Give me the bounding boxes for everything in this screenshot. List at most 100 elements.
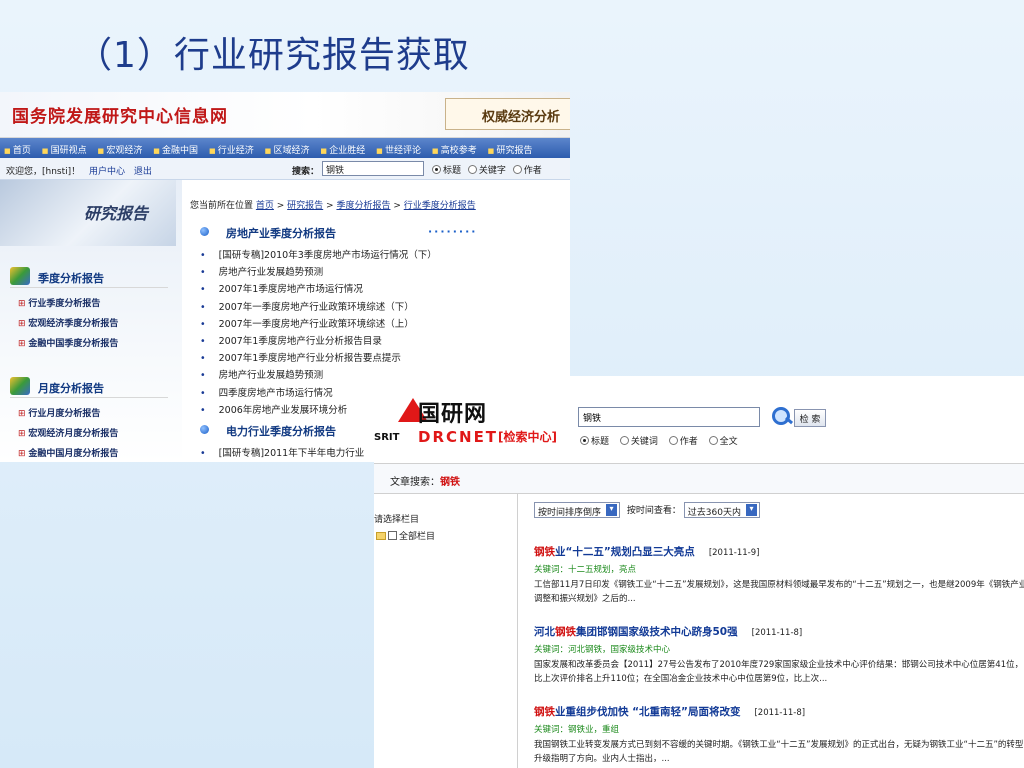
nav-item[interactable]: 世经评论 xyxy=(376,146,421,156)
sidebar: 研究报告 季度分析报告 行业季度分析报告 宏观经济季度分析报告 金融中国季度分析… xyxy=(0,180,182,462)
nav-item[interactable]: 首页 xyxy=(4,146,31,156)
search-scope-radios: 标题 关键字 作者 xyxy=(432,163,546,176)
category-real-estate[interactable]: 房地产业季度分析报告 ········ xyxy=(190,225,570,241)
all-columns-item[interactable]: 全部栏目 xyxy=(376,529,517,542)
nav-item[interactable]: 研究报告 xyxy=(488,146,533,156)
search-icon[interactable] xyxy=(770,405,794,427)
logo-en: DRCNET xyxy=(418,428,499,446)
authority-banner[interactable]: 权威经济分析 xyxy=(445,98,570,130)
breadcrumb: 您当前所在位置 首页 > 研究报告 > 季度分析报告 > 行业季度分析报告 xyxy=(190,201,476,211)
search-label: 搜索： xyxy=(292,167,320,177)
crumb-reports[interactable]: 研究报告 xyxy=(287,201,323,211)
radio-keyword[interactable]: 关键词 xyxy=(619,434,658,447)
radio-fulltext[interactable]: 全文 xyxy=(708,434,738,447)
result-title[interactable]: 钢铁业“十二五”规划凸显三大亮点 [2011-11-9] xyxy=(534,544,1024,559)
welcome-text: 欢迎您，[hnsti]！ xyxy=(6,167,81,177)
search-term: 钢铁 xyxy=(440,477,460,488)
sidebar-item[interactable]: 行业季度分析报告 xyxy=(18,296,182,316)
site-header: 国务院发展研究中心信息网 权威经济分析 xyxy=(0,92,570,138)
research-report-banner: 研究报告 xyxy=(0,180,176,246)
sidebar-item[interactable]: 金融中国季度分析报告 xyxy=(18,336,182,356)
sidebar-item[interactable]: 宏观经济月度分析报告 xyxy=(18,426,182,446)
result-keywords: 关键词：十二五规划，亮点 xyxy=(534,565,637,575)
books-icon xyxy=(10,267,30,285)
search-button[interactable]: 检 索 xyxy=(794,409,826,427)
sort-select[interactable]: 按时间排序倒序 xyxy=(534,502,621,518)
report-link[interactable]: [国研专稿]2010年3季度房地产市场运行情况（下） xyxy=(200,247,570,264)
quarterly-list: 行业季度分析报告 宏观经济季度分析报告 金融中国季度分析报告 xyxy=(18,296,182,356)
search-input[interactable]: 钢铁 xyxy=(578,407,760,427)
radio-icon xyxy=(619,436,629,445)
report-link[interactable]: 2007年1季度房地产市场运行情况 xyxy=(200,281,570,298)
welcome-area: 欢迎您，[hnsti]！ 用户中心 退出 xyxy=(6,164,152,177)
search-input[interactable]: 钢铁 xyxy=(322,161,424,176)
result-abstract: 工信部11月7日印发《钢铁工业“十二五”发展规划》，这是我国原材料领域最早发布的… xyxy=(534,580,1024,604)
result-date: [2011-11-9] xyxy=(708,548,760,558)
nav-item[interactable]: 宏观经济 xyxy=(97,146,142,156)
radio-selected-icon xyxy=(580,436,589,445)
radio-icon xyxy=(512,165,522,174)
books-icon xyxy=(10,377,30,395)
sidebar-item[interactable]: 行业月度分析报告 xyxy=(18,406,182,426)
report-link[interactable]: 2007年1季度房地产行业分析报告要点提示 xyxy=(200,350,570,367)
report-link[interactable]: 房地产行业发展趋势预测 xyxy=(200,264,570,281)
site-logo[interactable]: 国务院发展研究中心信息网 xyxy=(12,102,228,127)
result-keywords: 关键词：钢铁业，重组 xyxy=(534,725,620,735)
checkbox[interactable] xyxy=(388,531,397,540)
crumb-home[interactable]: 首页 xyxy=(256,201,274,211)
nav-item[interactable]: 行业经济 xyxy=(209,146,254,156)
radio-author[interactable]: 作者 xyxy=(512,163,542,176)
time-range-select[interactable]: 过去360天内 xyxy=(683,502,760,518)
result-date: [2011-11-8] xyxy=(751,628,803,638)
logo-cn[interactable]: 国研网 xyxy=(418,396,487,428)
report-link[interactable]: 2007年一季度房地产行业政策环境综述（上） xyxy=(200,316,570,333)
column-filter-title: 请选择栏目 xyxy=(374,515,420,525)
radio-icon xyxy=(668,436,678,445)
logout-link[interactable]: 退出 xyxy=(134,167,152,177)
time-label: 按时间查看： xyxy=(626,505,681,516)
monthly-section-header: 月度分析报告 xyxy=(10,376,168,398)
logo-srit: SRIT xyxy=(374,432,400,443)
radio-title[interactable]: 标题 xyxy=(432,163,461,176)
sort-controls: 按时间排序倒序 按时间查看： 过去360天内 xyxy=(534,502,1024,524)
folder-icon xyxy=(376,532,386,540)
nav-item[interactable]: 国研视点 xyxy=(42,146,87,156)
user-center-link[interactable]: 用户中心 xyxy=(89,167,125,177)
search-header: 国研网 SRIT DRCNET [检索中心] 钢铁 检 索 标题 关键词 作者 … xyxy=(374,376,1024,464)
article-search-bar: 文章搜索：钢铁 xyxy=(374,464,1024,494)
crumb-quarterly[interactable]: 季度分析报告 xyxy=(336,201,390,211)
radio-author[interactable]: 作者 xyxy=(668,434,698,447)
slide-title: （1）行业研究报告获取 xyxy=(76,35,470,76)
result-title[interactable]: 钢铁业重组步伐加快 “北重南轻”局面将改变 [2011-11-8] xyxy=(534,704,1024,719)
result-item: 钢铁业重组步伐加快 “北重南轻”局面将改变 [2011-11-8] 关键词：钢铁业… xyxy=(534,704,1024,766)
user-bar: 欢迎您，[hnsti]！ 用户中心 退出 搜索： 钢铁 标题 关键字 作者 xyxy=(0,158,570,180)
search-field-radios: 标题 关键词 作者 全文 xyxy=(580,434,746,447)
dotted-divider: ········ xyxy=(428,225,478,238)
result-item: 河北钢铁集团邯钢国家级技术中心跻身50强 [2011-11-8] 关键词：河北钢铁… xyxy=(534,624,1024,686)
report-link[interactable]: 2007年1季度房地产行业分析报告目录 xyxy=(200,333,570,350)
radio-icon xyxy=(467,165,477,174)
monthly-list: 行业月度分析报告 宏观经济月度分析报告 金融中国月度分析报告 xyxy=(18,406,182,462)
sidebar-item[interactable]: 金融中国月度分析报告 xyxy=(18,446,182,462)
quarterly-section-header: 季度分析报告 xyxy=(10,266,168,288)
sidebar-item[interactable]: 宏观经济季度分析报告 xyxy=(18,316,182,336)
radio-icon xyxy=(708,436,718,445)
result-date: [2011-11-8] xyxy=(754,708,806,718)
result-abstract: 国家发展和改革委员会【2011】27号公告发布了2010年度729家国家级企业技… xyxy=(534,660,1024,684)
nav-item[interactable]: 高校参考 xyxy=(432,146,477,156)
result-keywords: 关键词：河北钢铁，国家级技术中心 xyxy=(534,645,671,655)
column-filter-panel: 请选择栏目 全部栏目 xyxy=(374,494,518,768)
nav-item[interactable]: 区域经济 xyxy=(265,146,310,156)
radio-selected-icon xyxy=(432,165,441,174)
nav-item[interactable]: 金融中国 xyxy=(153,146,198,156)
result-item: 钢铁业“十二五”规划凸显三大亮点 [2011-11-9] 关键词：十二五规划，亮点… xyxy=(534,544,1024,606)
nav-item[interactable]: 企业胜经 xyxy=(320,146,365,156)
crumb-industry-quarterly[interactable]: 行业季度分析报告 xyxy=(404,201,476,211)
report-link[interactable]: 2007年一季度房地产行业政策环境综述（下） xyxy=(200,299,570,316)
radio-title[interactable]: 标题 xyxy=(580,434,609,447)
logo-subtitle: [检索中心] xyxy=(498,430,557,444)
radio-keyword[interactable]: 关键字 xyxy=(467,163,506,176)
drcnet-search-screenshot: 国研网 SRIT DRCNET [检索中心] 钢铁 检 索 标题 关键词 作者 … xyxy=(374,376,1024,768)
result-title[interactable]: 河北钢铁集团邯钢国家级技术中心跻身50强 [2011-11-8] xyxy=(534,624,1024,639)
main-nav: 首页 国研视点 宏观经济 金融中国 行业经济 区域经济 企业胜经 世经评论 高校… xyxy=(0,138,570,158)
